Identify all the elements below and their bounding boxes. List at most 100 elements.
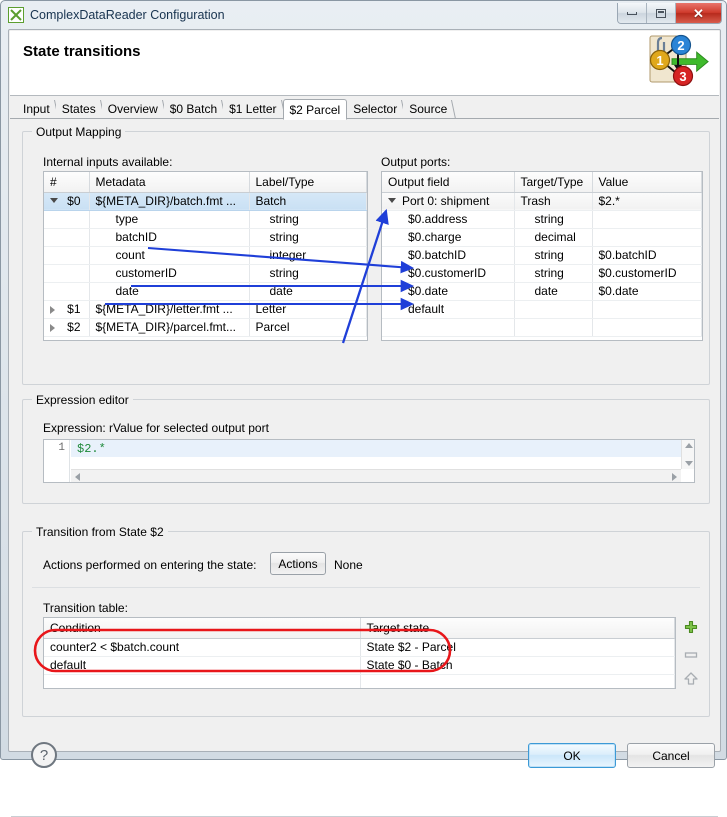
actions-button[interactable]: Actions	[270, 552, 326, 575]
target-state-cell[interactable]: State $2 - Parcel	[360, 638, 675, 657]
table-row[interactable]: default State $0 - Batch	[44, 656, 675, 675]
target-type-cell	[514, 318, 593, 337]
svg-text:2: 2	[677, 38, 684, 53]
column-header[interactable]: Condition	[44, 618, 361, 639]
condition-cell[interactable]: default	[44, 656, 361, 675]
help-icon: ?	[39, 746, 49, 764]
table-row[interactable]: $1 ${META_DIR}/letter.fmt ... Letter	[44, 300, 367, 319]
table-row[interactable]: $0.customerID string $0.customerID	[382, 264, 702, 283]
metadata-cell: date	[89, 282, 250, 301]
add-row-icon[interactable]	[682, 619, 700, 637]
column-header[interactable]: Output field	[382, 172, 515, 193]
target-state-cell[interactable]	[360, 674, 675, 688]
remove-row-icon[interactable]	[682, 646, 700, 664]
close-icon: ✕	[693, 5, 704, 21]
expand-arrow-right-icon[interactable]	[50, 305, 55, 314]
table-row[interactable]: $2 ${META_DIR}/parcel.fmt... Parcel	[44, 318, 367, 337]
value-cell: $0.date	[592, 282, 702, 301]
table-row[interactable]: $0.address string	[382, 210, 702, 229]
cancel-button[interactable]: Cancel	[627, 743, 715, 768]
label-type-cell: string	[249, 210, 367, 229]
value-cell	[592, 210, 702, 229]
expand-arrow-right-icon[interactable]	[50, 323, 55, 332]
table-row[interactable]: $0.date date $0.date	[382, 282, 702, 301]
expression-horizontal-scrollbar[interactable]	[71, 469, 681, 482]
scroll-left-icon[interactable]	[75, 473, 80, 481]
tab-states[interactable]: States	[55, 100, 102, 119]
tab-1-letter[interactable]: $1 Letter	[223, 100, 283, 119]
output-ports-label: Output ports:	[381, 155, 451, 169]
label-type-cell: string	[249, 264, 367, 283]
divider	[32, 587, 700, 588]
output-ports-table[interactable]: Output field Target/Type Value Port 0: shi…	[381, 171, 703, 341]
close-button[interactable]: ✕	[676, 3, 721, 23]
table-row[interactable]: date date	[44, 282, 367, 301]
target-state-cell[interactable]: State $0 - Batch	[360, 656, 675, 675]
column-header[interactable]: Target/Type	[514, 172, 593, 193]
condition-cell[interactable]: counter2 < $batch.count	[44, 638, 361, 657]
transition-table-label: Transition table:	[43, 601, 128, 615]
scroll-up-icon[interactable]	[685, 443, 693, 448]
column-header[interactable]: #	[44, 172, 90, 193]
page-title: State transitions	[23, 43, 141, 60]
minimize-button[interactable]	[618, 3, 647, 23]
table-row[interactable]: $0.charge decimal	[382, 228, 702, 247]
value-cell: $2.*	[592, 192, 702, 211]
ok-button[interactable]: OK	[528, 743, 616, 768]
table-row[interactable]: $0.batchID string $0.batchID	[382, 246, 702, 265]
table-row[interactable]: customerID string	[44, 264, 367, 283]
output-field-cell: $0.charge	[382, 228, 515, 247]
column-header[interactable]: Value	[592, 172, 702, 193]
condition-cell[interactable]	[44, 674, 361, 688]
scroll-down-icon[interactable]	[685, 461, 693, 466]
tab-input[interactable]: Input	[17, 100, 56, 119]
target-type-cell: string	[514, 264, 593, 283]
actions-label: Actions performed on entering the state:	[43, 558, 257, 572]
table-row[interactable]: default	[382, 300, 702, 319]
table-row[interactable]: type string	[44, 210, 367, 229]
expression-code-editor[interactable]: 1 $2.*	[43, 439, 695, 483]
expand-arrow-down-icon[interactable]	[50, 197, 58, 203]
internal-inputs-label: Internal inputs available:	[43, 155, 173, 169]
maximize-button[interactable]	[647, 3, 676, 23]
table-row[interactable]: batchID string	[44, 228, 367, 247]
tab-source[interactable]: Source	[403, 100, 454, 119]
row-index-cell	[44, 228, 90, 247]
tab-panel: Output Mapping Internal inputs available…	[10, 119, 719, 817]
table-row[interactable]: count integer	[44, 246, 367, 265]
table-row[interactable]: $0 ${META_DIR}/batch.fmt ... Batch	[44, 192, 367, 211]
expression-vertical-scrollbar[interactable]	[681, 440, 694, 469]
column-header[interactable]: Target state	[360, 618, 675, 639]
metadata-cell: ${META_DIR}/batch.fmt ...	[89, 192, 250, 211]
transition-table[interactable]: Condition Target state counter2 < $batch.…	[43, 617, 676, 689]
move-up-icon[interactable]	[682, 670, 700, 688]
metadata-cell: ${META_DIR}/parcel.fmt...	[89, 318, 250, 337]
label-type-cell: string	[249, 228, 367, 247]
table-row[interactable]	[44, 674, 675, 688]
table-row[interactable]: Port 0: shipment Trash $2.*	[382, 192, 702, 211]
tab-bar: Input States Overview $0 Batch $1 Letter $2 P…	[10, 97, 719, 120]
output-field-cell	[382, 318, 515, 337]
tab-2-parcel[interactable]: $2 Parcel	[282, 99, 348, 120]
tab-0-batch[interactable]: $0 Batch	[163, 100, 224, 119]
row-index-cell	[44, 264, 90, 283]
line-number-gutter: 1	[44, 440, 70, 482]
metadata-cell: count	[89, 246, 250, 265]
tab-overview[interactable]: Overview	[101, 100, 164, 119]
expression-code-line[interactable]: $2.*	[71, 440, 681, 457]
dialog-window: ComplexDataReader Configuration ✕ State …	[0, 0, 727, 817]
scroll-right-icon[interactable]	[672, 473, 677, 481]
expand-arrow-down-icon[interactable]	[388, 197, 396, 203]
table-body: counter2 < $batch.count State $2 - Parcel…	[44, 638, 675, 688]
column-header[interactable]: Metadata	[89, 172, 250, 193]
row-index-cell	[44, 282, 90, 301]
svg-text:3: 3	[679, 69, 686, 84]
tab-selector[interactable]: Selector	[347, 100, 404, 119]
column-header[interactable]: Label/Type	[249, 172, 367, 193]
internal-inputs-table[interactable]: # Metadata Label/Type $0 ${META_DIR}/batch.…	[43, 171, 368, 341]
help-button[interactable]: ?	[31, 742, 57, 768]
row-index-cell: $2	[44, 318, 90, 337]
svg-text:1: 1	[656, 53, 663, 68]
table-row[interactable]	[382, 318, 702, 337]
table-row[interactable]: counter2 < $batch.count State $2 - Parcel	[44, 638, 675, 657]
